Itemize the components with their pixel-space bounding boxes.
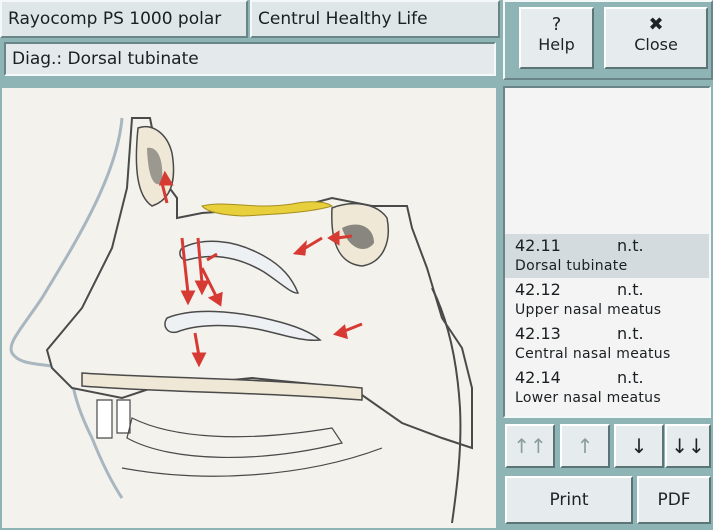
result-code: 42.11 bbox=[515, 236, 561, 255]
help-button[interactable]: ? Help bbox=[519, 7, 594, 69]
scroll-down-button[interactable]: ↓ bbox=[614, 424, 664, 468]
results-pane: 42.11 n.t. Dorsal tubinate 42.12 n.t. Up… bbox=[503, 86, 711, 418]
double-down-arrow-icon: ↓↓ bbox=[671, 434, 705, 458]
diagnosis-field: Diag.: Dorsal tubinate bbox=[4, 42, 496, 76]
nasal-cavity-illustration bbox=[2, 88, 496, 528]
pdf-label: PDF bbox=[657, 490, 691, 510]
help-icon: ? bbox=[551, 14, 562, 35]
result-name: Upper nasal meatus bbox=[515, 302, 662, 318]
result-code: 42.13 bbox=[515, 324, 561, 343]
result-value: n.t. bbox=[617, 280, 644, 299]
pdf-button[interactable]: PDF bbox=[637, 476, 711, 524]
result-name: Lower nasal meatus bbox=[515, 390, 661, 406]
double-up-arrow-icon: ↑↑ bbox=[513, 434, 547, 458]
scroll-last-button[interactable]: ↓↓ bbox=[665, 424, 711, 468]
print-button[interactable]: Print bbox=[505, 476, 633, 524]
print-label: Print bbox=[549, 490, 589, 510]
close-label: Close bbox=[634, 35, 678, 54]
close-button[interactable]: ✖ Close bbox=[604, 7, 708, 69]
result-code: 42.12 bbox=[515, 280, 561, 299]
result-item[interactable]: 42.11 n.t. Dorsal tubinate bbox=[505, 234, 709, 278]
result-item[interactable]: 42.14 n.t. Lower nasal meatus bbox=[505, 366, 709, 410]
scroll-up-button[interactable]: ↑ bbox=[560, 424, 610, 468]
app-title: Rayocomp PS 1000 polar bbox=[0, 0, 248, 38]
help-label: Help bbox=[538, 35, 575, 54]
up-arrow-icon: ↑ bbox=[576, 434, 594, 458]
result-value: n.t. bbox=[617, 236, 644, 255]
scroll-first-button[interactable]: ↑↑ bbox=[505, 424, 555, 468]
result-name: Dorsal tubinate bbox=[515, 258, 628, 274]
nasal-anatomy-diagram bbox=[9, 117, 473, 524]
result-value: n.t. bbox=[617, 324, 644, 343]
result-name: Central nasal meatus bbox=[515, 346, 671, 362]
result-item[interactable]: 42.13 n.t. Central nasal meatus bbox=[505, 322, 709, 366]
result-item[interactable]: 42.12 n.t. Upper nasal meatus bbox=[505, 278, 709, 322]
result-code: 42.14 bbox=[515, 368, 561, 387]
center-name: Centrul Healthy Life bbox=[250, 0, 500, 38]
result-value: n.t. bbox=[617, 368, 644, 387]
close-icon: ✖ bbox=[648, 14, 664, 35]
down-arrow-icon: ↓ bbox=[630, 434, 648, 458]
